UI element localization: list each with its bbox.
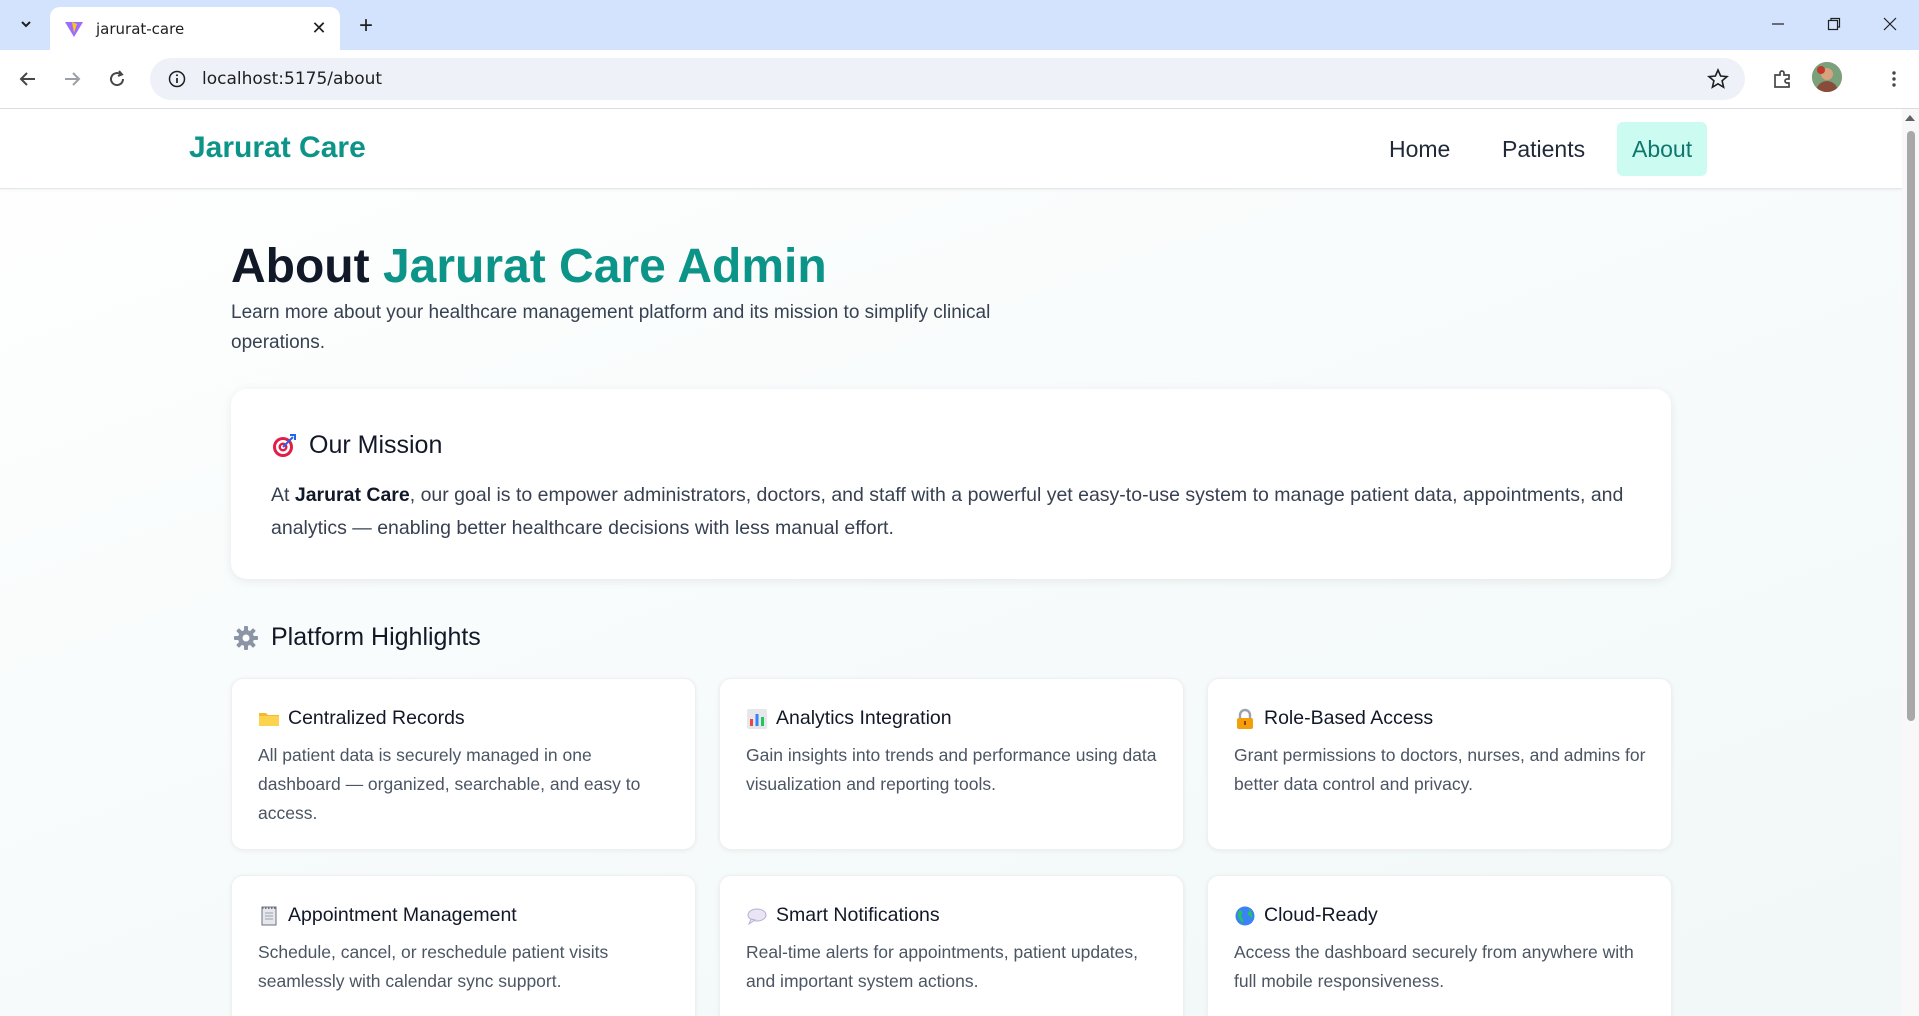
card-header: Analytics Integration xyxy=(746,707,952,730)
browser-tabstrip: jarurat-care ✕ + xyxy=(0,0,1919,50)
card-header: Appointment Management xyxy=(258,904,517,927)
page-subtitle: Learn more about your healthcare managem… xyxy=(231,302,991,353)
highlight-card-cloud-ready: Cloud-Ready Access the dashboard securel… xyxy=(1207,875,1672,1016)
extensions-button[interactable] xyxy=(1767,63,1799,95)
brand-logo-text[interactable]: Jarurat Care xyxy=(189,131,366,165)
speech-bubble-icon xyxy=(747,908,767,925)
calendar-icon xyxy=(261,906,277,925)
card-title: Appointment Management xyxy=(288,904,517,926)
profile-avatar[interactable] xyxy=(1812,62,1842,92)
reload-icon xyxy=(110,70,125,87)
puzzle-icon xyxy=(1774,70,1790,88)
arrow-right-icon xyxy=(65,72,81,86)
tab-title: jarurat-care xyxy=(96,19,185,38)
browser-menu-button[interactable] xyxy=(1878,63,1910,95)
card-description: Real-time alerts for appointments, patie… xyxy=(746,942,1139,991)
back-button[interactable] xyxy=(12,63,44,95)
page-title-prefix: About xyxy=(231,240,370,293)
card-title: Analytics Integration xyxy=(776,707,952,729)
card-description: All patient data is securely managed in … xyxy=(258,745,641,823)
scroll-up-arrow-icon[interactable] xyxy=(1905,115,1915,121)
page-title: About Jarurat Care Admin xyxy=(231,239,827,294)
mission-text-brand: Jarurat Care xyxy=(294,484,410,506)
highlight-card-centralized-records: Centralized Records All patient data is … xyxy=(231,678,696,850)
card-title: Cloud-Ready xyxy=(1264,904,1378,926)
address-bar[interactable]: localhost:5175/about xyxy=(150,58,1745,100)
nav-link-about[interactable]: About xyxy=(1617,122,1708,176)
card-description: Schedule, cancel, or reschedule patient … xyxy=(258,942,609,991)
card-header: Cloud-Ready xyxy=(1234,904,1378,927)
tab-search-button[interactable] xyxy=(10,10,42,38)
highlight-card-smart-notifications: Smart Notifications Real-time alerts for… xyxy=(719,875,1184,1016)
mission-card: Our Mission At Jarurat Care, our goal is… xyxy=(231,389,1671,579)
bar-chart-icon xyxy=(747,708,767,729)
browser-tab[interactable]: jarurat-care ✕ xyxy=(50,7,340,50)
site-info-icon[interactable] xyxy=(166,68,188,90)
new-tab-button[interactable]: + xyxy=(352,12,380,40)
scrollbar-thumb[interactable] xyxy=(1907,131,1915,721)
nav-link-patients[interactable]: Patients xyxy=(1487,122,1600,176)
minimize-button[interactable] xyxy=(1758,6,1798,42)
mission-header: Our Mission xyxy=(271,431,442,460)
page-scrollbar[interactable] xyxy=(1902,109,1919,1016)
gear-icon xyxy=(234,625,258,650)
forward-button[interactable] xyxy=(56,63,88,95)
minimize-icon xyxy=(1772,23,1784,25)
card-title: Role-Based Access xyxy=(1264,707,1434,729)
restore-icon xyxy=(1827,17,1841,31)
card-header: Role-Based Access xyxy=(1234,707,1433,730)
card-title: Smart Notifications xyxy=(776,904,940,926)
close-icon xyxy=(1883,17,1897,31)
close-window-button[interactable] xyxy=(1870,6,1910,42)
highlight-card-analytics-integration: Analytics Integration Gain insights into… xyxy=(719,678,1184,850)
page-viewport: Jarurat Care Home Patients About About J… xyxy=(0,109,1902,1016)
page-title-accent: Jarurat Care Admin xyxy=(382,240,827,293)
highlight-card-role-based-access: Role-Based Access Grant permissions to d… xyxy=(1207,678,1672,850)
kebab-menu-icon xyxy=(1892,71,1896,87)
card-header: Centralized Records xyxy=(258,707,465,730)
restore-button[interactable] xyxy=(1814,6,1854,42)
target-icon xyxy=(273,433,296,457)
card-description: Gain insights into trends and performanc… xyxy=(746,745,1157,794)
highlight-card-appointment-management: Appointment Management Schedule, cancel,… xyxy=(231,875,696,1016)
mission-title: Our Mission xyxy=(309,431,443,459)
avatar-icon xyxy=(1812,62,1842,92)
card-title: Centralized Records xyxy=(288,707,465,729)
vite-favicon-icon xyxy=(65,21,83,37)
card-description: Access the dashboard securely from anywh… xyxy=(1234,942,1634,991)
mission-text-body: , our goal is to empower administrators,… xyxy=(271,484,1624,539)
url-text: localhost:5175/about xyxy=(202,69,383,89)
card-description: Grant permissions to doctors, nurses, an… xyxy=(1234,745,1646,794)
highlights-title: Platform Highlights xyxy=(271,623,481,651)
tab-close-icon[interactable]: ✕ xyxy=(308,18,330,40)
globe-icon xyxy=(1235,906,1255,925)
site-navbar: Jarurat Care Home Patients About xyxy=(0,109,1902,189)
mission-text-lead: At xyxy=(271,484,295,506)
nav-link-home[interactable]: Home xyxy=(1374,122,1465,176)
card-header: Smart Notifications xyxy=(746,904,940,927)
highlights-header: Platform Highlights xyxy=(233,623,481,652)
bookmark-star-icon[interactable] xyxy=(1707,68,1729,90)
folder-icon xyxy=(259,712,279,726)
chevron-down-icon xyxy=(21,21,31,28)
lock-icon xyxy=(1237,708,1253,729)
reload-button[interactable] xyxy=(101,63,133,95)
arrow-left-icon xyxy=(19,72,35,86)
mission-text: At Jarurat Care, our goal is to empower … xyxy=(271,479,1641,545)
